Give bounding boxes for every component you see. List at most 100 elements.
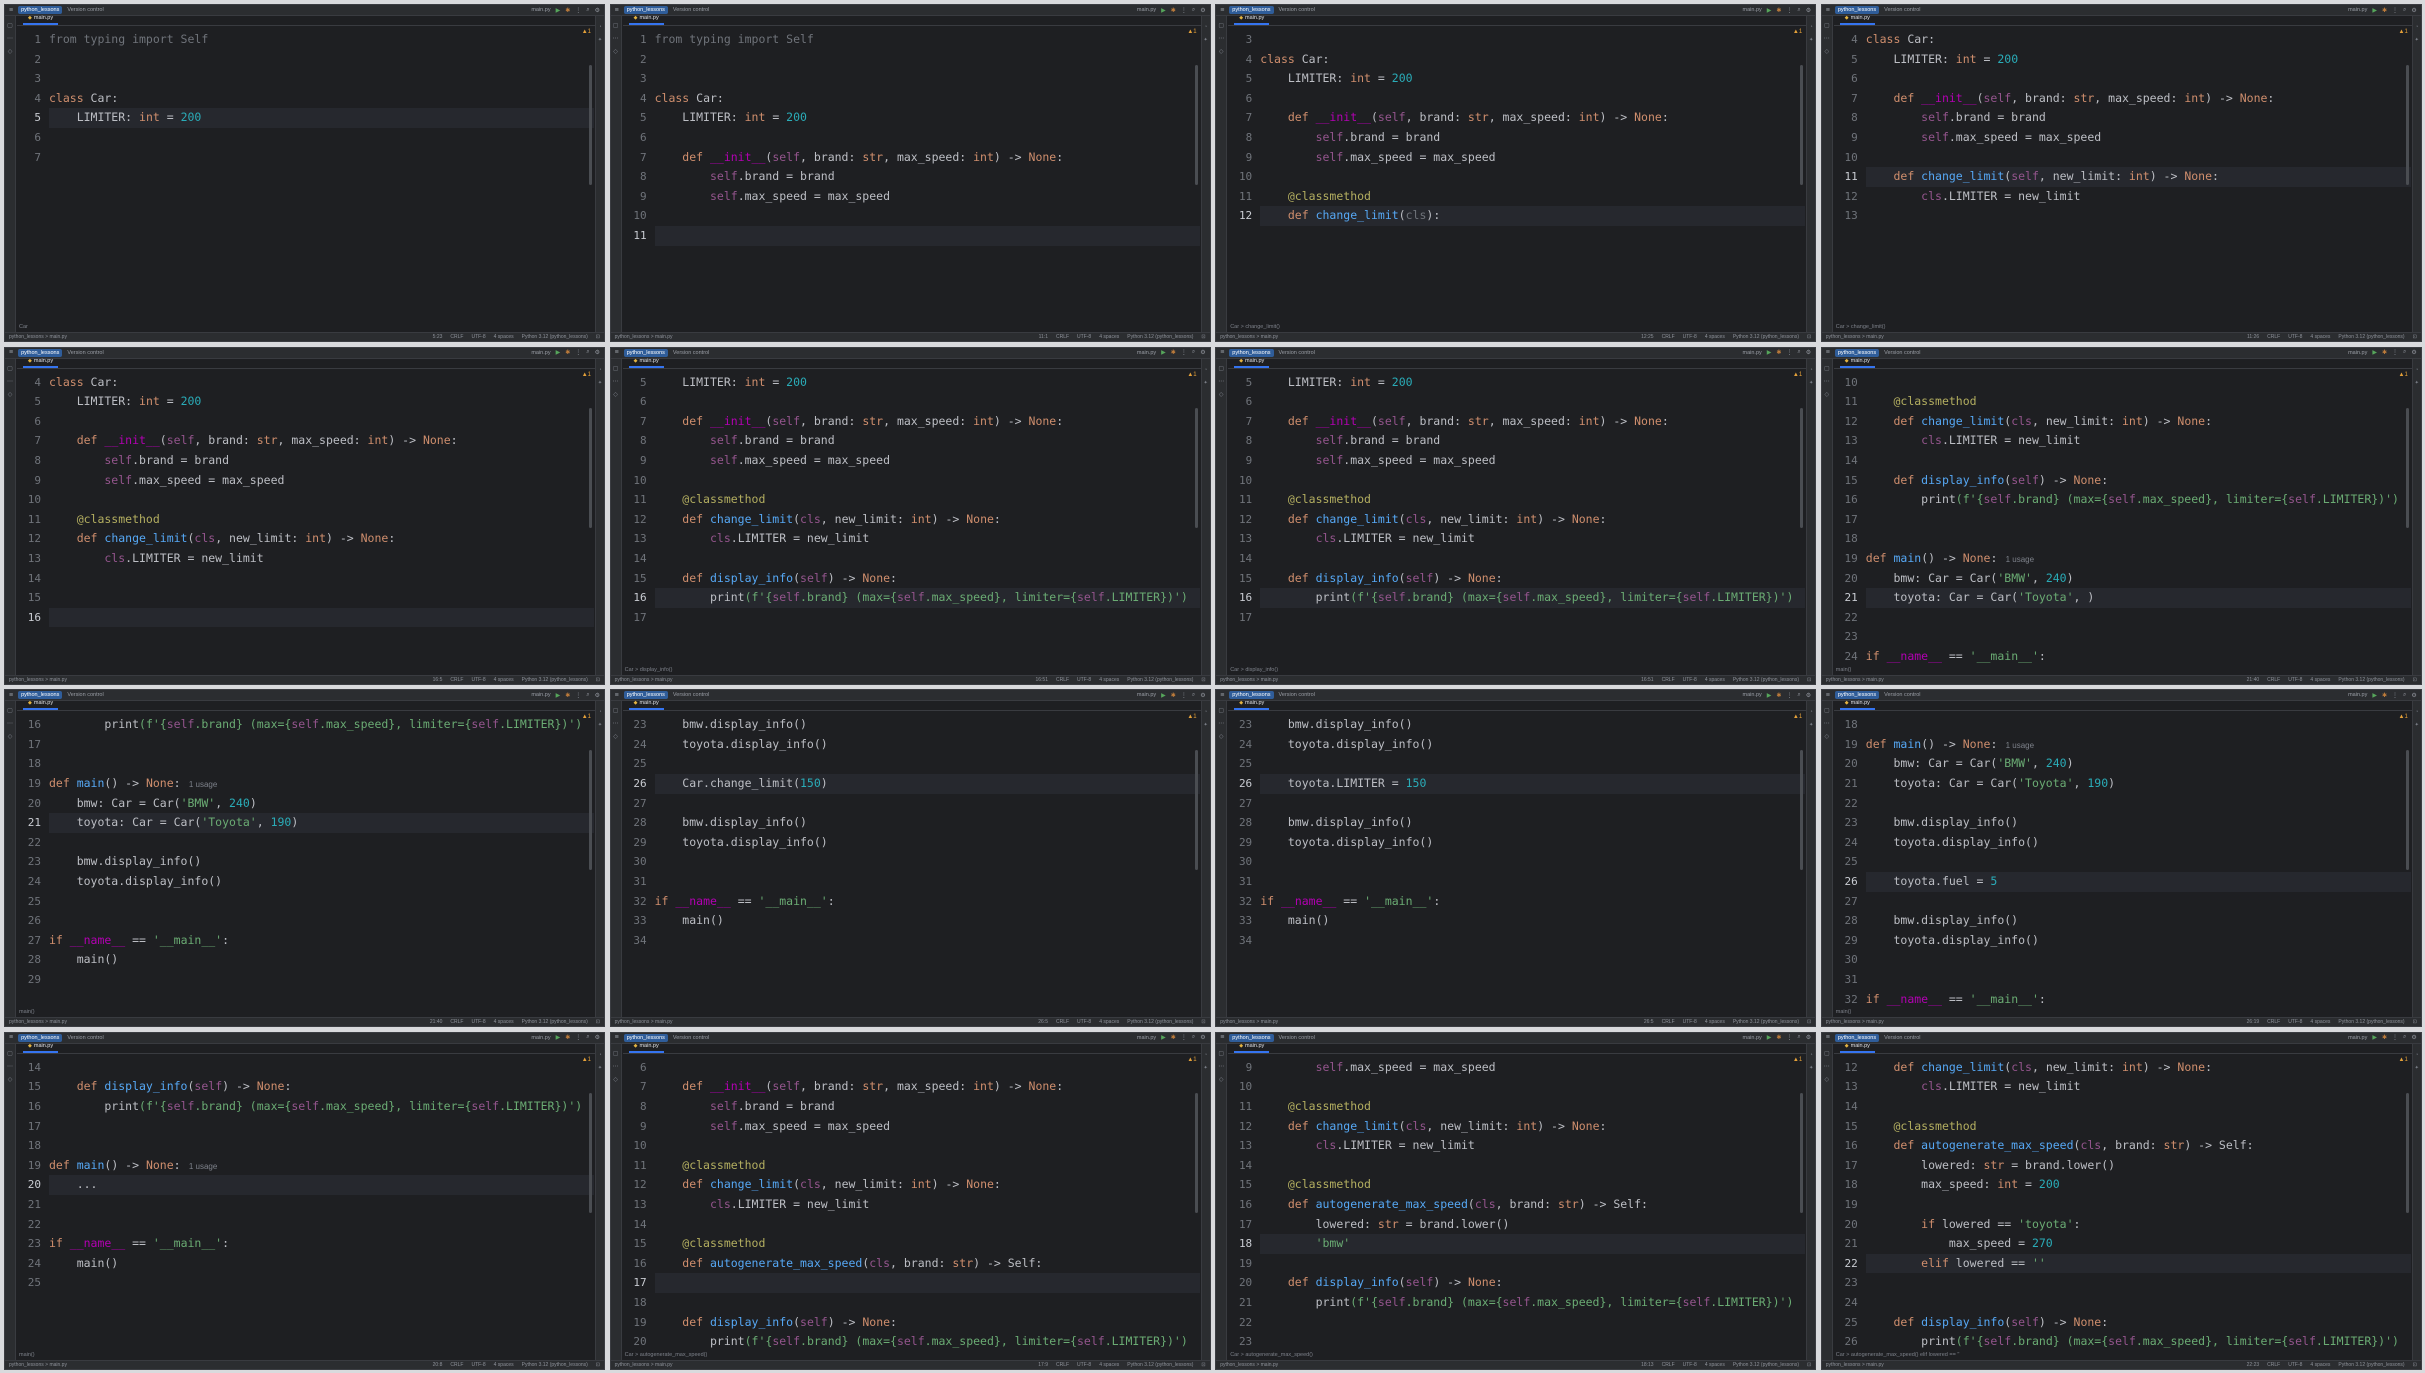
- indent-setting[interactable]: 4 spaces: [2310, 334, 2330, 340]
- settings-icon[interactable]: ⚙: [595, 7, 600, 14]
- code-line[interactable]: def change_limit(cls, new_limit: int) ->…: [1866, 1058, 2411, 1078]
- version-control-menu[interactable]: Version control: [1279, 1035, 1315, 1041]
- code-line[interactable]: self.max_speed = max_speed: [1260, 451, 1805, 471]
- code-line[interactable]: from typing import Self: [49, 30, 594, 50]
- python-interpreter[interactable]: Python 3.12 (python_lessons): [1127, 1362, 1193, 1368]
- line-number[interactable]: 21: [17, 1195, 49, 1215]
- python-interpreter[interactable]: Python 3.12 (python_lessons): [2338, 334, 2404, 340]
- lock-icon[interactable]: ⊡: [2413, 1362, 2417, 1368]
- code-editor[interactable]: 1011121314151617181920212223242526 @clas…: [1834, 370, 2411, 664]
- ai-assistant-icon[interactable]: ✦: [598, 37, 602, 43]
- line-number[interactable]: 19: [1834, 549, 1866, 569]
- code-line[interactable]: main(): [49, 950, 594, 970]
- editor-scrollbar[interactable]: [589, 750, 592, 871]
- line-number[interactable]: 6: [623, 392, 655, 412]
- code-line[interactable]: toyota.display_info(): [1260, 735, 1805, 755]
- run-icon[interactable]: ▶: [2372, 349, 2377, 356]
- code-line[interactable]: [1260, 1313, 1805, 1333]
- code-line[interactable]: [49, 69, 594, 89]
- code-line[interactable]: [1260, 1254, 1805, 1274]
- line-number[interactable]: 6: [623, 1058, 655, 1078]
- code-line[interactable]: toyota.fuel = 5: [1865, 871, 2411, 892]
- line-number[interactable]: 13: [623, 1195, 655, 1215]
- status-path[interactable]: python_lessons > main.py: [9, 1362, 67, 1368]
- run-config-selector[interactable]: main.py: [1137, 692, 1156, 698]
- code-line[interactable]: def __init__(self, brand: str, max_speed…: [655, 148, 1200, 168]
- line-number[interactable]: 11: [1228, 490, 1260, 510]
- line-number[interactable]: 7: [623, 412, 655, 432]
- status-path[interactable]: python_lessons > main.py: [615, 1362, 673, 1368]
- run-config-selector[interactable]: main.py: [531, 692, 550, 698]
- code-line[interactable]: if __name__ == '__main__':: [1866, 647, 2411, 664]
- editor-scrollbar[interactable]: [589, 65, 592, 185]
- version-control-menu[interactable]: Version control: [673, 1035, 709, 1041]
- structure-tool-icon[interactable]: ⋯: [1218, 1063, 1224, 1070]
- code-line[interactable]: LIMITER: int = 200: [1866, 50, 2411, 70]
- code-line[interactable]: [655, 1293, 1200, 1313]
- code-line[interactable]: toyota.LIMITER = 150: [1260, 773, 1806, 794]
- line-number[interactable]: 19: [17, 1156, 49, 1176]
- code-area[interactable]: from typing import Self class Car: LIMITE…: [654, 27, 1200, 321]
- editor-scrollbar[interactable]: [589, 1092, 592, 1213]
- code-editor[interactable]: 1 2 3 4 5 6 7 8 9 10 11 from typing import Self cla…: [623, 27, 1200, 321]
- line-number[interactable]: 1: [623, 30, 655, 50]
- line-number[interactable]: 8: [623, 1097, 655, 1117]
- status-path[interactable]: python_lessons > main.py: [1220, 677, 1278, 683]
- structure-tool-icon[interactable]: ⋯: [7, 720, 13, 727]
- project-tool-icon[interactable]: ▢: [1218, 707, 1224, 714]
- line-number[interactable]: 15: [623, 1234, 655, 1254]
- line-number[interactable]: 5: [623, 108, 655, 128]
- structure-tool-icon[interactable]: ⋯: [1218, 35, 1224, 42]
- code-line[interactable]: [655, 754, 1200, 774]
- code-line[interactable]: [1866, 627, 2411, 647]
- line-number[interactable]: 24: [1834, 833, 1866, 853]
- code-line[interactable]: class Car:: [1866, 30, 2411, 50]
- line-number[interactable]: 16: [623, 588, 655, 608]
- notifications-icon[interactable]: ◔: [1204, 24, 1207, 30]
- line-number[interactable]: 10: [1228, 471, 1260, 491]
- code-line[interactable]: [1866, 1195, 2411, 1215]
- code-line[interactable]: cls.LIMITER = new_limit: [1260, 529, 1805, 549]
- status-path[interactable]: python_lessons > main.py: [9, 1019, 67, 1025]
- python-packages-icon[interactable]: ◇: [613, 391, 618, 398]
- version-control-menu[interactable]: Version control: [1884, 350, 1920, 356]
- line-number[interactable]: 26: [1834, 1332, 1866, 1349]
- line-number[interactable]: 2: [17, 50, 49, 70]
- line-number[interactable]: 16: [17, 715, 49, 735]
- python-packages-icon[interactable]: ◇: [1824, 733, 1829, 740]
- code-line[interactable]: [654, 225, 1200, 246]
- code-area[interactable]: class Car: LIMITER: int = 200 def __init…: [49, 370, 594, 664]
- indent-setting[interactable]: 4 spaces: [494, 677, 514, 683]
- code-line[interactable]: main(): [49, 1254, 594, 1274]
- code-line[interactable]: def change_limit(cls, new_limit: int) ->…: [1260, 510, 1805, 530]
- code-line[interactable]: def main() -> None: 1 usage: [1866, 549, 2411, 569]
- debug-icon[interactable]: ✱: [1776, 692, 1781, 699]
- indent-setting[interactable]: 4 spaces: [1099, 1019, 1119, 1025]
- code-line[interactable]: [1260, 872, 1805, 892]
- run-config-selector[interactable]: main.py: [2348, 350, 2367, 356]
- code-line[interactable]: LIMITER: int = 200: [655, 108, 1200, 128]
- run-icon[interactable]: ▶: [556, 1034, 561, 1041]
- structure-tool-icon[interactable]: ⋯: [7, 1063, 13, 1070]
- run-config-selector[interactable]: main.py: [531, 350, 550, 356]
- line-number[interactable]: 23: [1834, 813, 1866, 833]
- code-line[interactable]: [49, 1058, 594, 1078]
- line-number[interactable]: 20: [623, 1332, 655, 1349]
- code-line[interactable]: def change_limit(self, new_limit: int) -…: [1865, 167, 2411, 187]
- version-control-menu[interactable]: Version control: [673, 350, 709, 356]
- code-line[interactable]: self.max_speed = max_speed: [1260, 148, 1805, 168]
- project-tool-icon[interactable]: ▢: [613, 365, 619, 372]
- cursor-position[interactable]: 11:26: [2247, 334, 2259, 340]
- code-line[interactable]: def autogenerate_max_speed(cls, brand: s…: [655, 1254, 1200, 1274]
- indent-setting[interactable]: 4 spaces: [494, 1019, 514, 1025]
- code-line[interactable]: bmw.display_info(): [1866, 813, 2411, 833]
- project-tool-icon[interactable]: ▢: [7, 365, 13, 372]
- project-switcher[interactable]: python_lessons: [623, 691, 668, 700]
- run-icon[interactable]: ▶: [1767, 7, 1772, 14]
- notifications-icon[interactable]: ◔: [1204, 367, 1207, 373]
- line-number[interactable]: 24: [1834, 647, 1866, 664]
- code-line[interactable]: [655, 1136, 1200, 1156]
- settings-icon[interactable]: ⚙: [1200, 349, 1205, 356]
- line-number[interactable]: 34: [1228, 931, 1260, 951]
- line-number[interactable]: 2: [623, 50, 655, 70]
